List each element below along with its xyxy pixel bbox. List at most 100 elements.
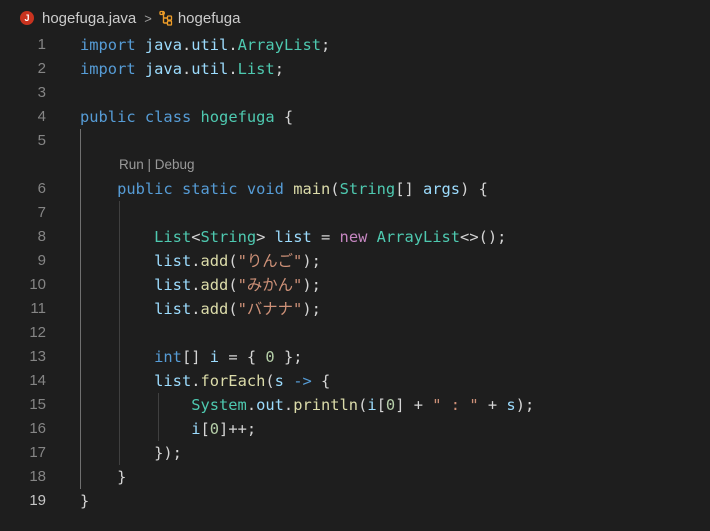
code-line[interactable]: 1 import java.util.ArrayList; xyxy=(0,33,710,57)
code-line[interactable]: 12 xyxy=(0,321,710,345)
breadcrumb: J hogefuga.java > hogefuga xyxy=(0,0,710,36)
code-token: . xyxy=(191,372,201,390)
line-number: 9 xyxy=(37,252,46,269)
code-token: ] + xyxy=(395,396,433,414)
line-source: i[0]++; xyxy=(80,417,256,441)
code-token: i xyxy=(209,348,220,366)
code-token: util xyxy=(191,36,229,54)
line-source: list.add("バナナ"); xyxy=(80,297,321,321)
code-line[interactable]: 14 list.forEach(s -> { xyxy=(0,369,710,393)
code-token: "りんご" xyxy=(237,252,303,270)
code-line[interactable]: 16 i[0]++; xyxy=(0,417,710,441)
code-line[interactable]: 9 list.add("りんご"); xyxy=(0,249,710,273)
code-token: "みかん" xyxy=(237,276,303,294)
code-token: 0 xyxy=(385,396,396,414)
line-source: }); xyxy=(80,441,182,465)
code-token: i xyxy=(367,396,377,414)
code-line[interactable]: 18 } xyxy=(0,465,710,489)
line-number: 13 xyxy=(29,348,46,365)
code-token: ( xyxy=(330,180,340,198)
code-token: s xyxy=(506,396,516,414)
code-line[interactable]: 4 public class hogefuga { xyxy=(0,105,710,129)
code-token: -> xyxy=(293,372,312,390)
code-token: [ xyxy=(376,396,386,414)
code-line[interactable]: 6 public static void main(String[] args)… xyxy=(0,177,710,201)
line-number: 19 xyxy=(29,492,46,509)
code-token: ( xyxy=(228,252,238,270)
code-token: list xyxy=(274,228,312,246)
java-icon: J xyxy=(20,11,34,25)
line-source: } xyxy=(80,465,126,489)
code-token: s xyxy=(274,372,284,390)
code-token: java xyxy=(144,36,182,54)
code-token: }); xyxy=(80,444,182,462)
line-source: public static void main(String[] args) { xyxy=(80,177,488,201)
indent-guide xyxy=(80,129,81,489)
code-token: void xyxy=(246,180,284,198)
code-line[interactable]: 3 xyxy=(0,81,710,105)
code-token: . xyxy=(191,276,201,294)
breadcrumb-file[interactable]: hogefuga.java xyxy=(42,10,136,27)
code-line[interactable]: 11 list.add("バナナ"); xyxy=(0,297,710,321)
code-token: out xyxy=(256,396,284,414)
code-token: [] xyxy=(395,180,423,198)
codelens-debug-link[interactable]: Debug xyxy=(155,157,195,172)
code-token: ]++; xyxy=(219,420,257,438)
code-token: args xyxy=(423,180,461,198)
code-token: ; xyxy=(274,60,284,78)
line-number: 5 xyxy=(37,132,46,149)
code-token: }; xyxy=(274,348,303,366)
line-source: int[] i = { 0 }; xyxy=(80,345,302,369)
line-source: list.add("りんご"); xyxy=(80,249,321,273)
code-token: 0 xyxy=(209,420,220,438)
code-editor[interactable]: J hogefuga.java > hogefuga 1 import java.… xyxy=(0,0,710,531)
code-token: public xyxy=(80,108,136,126)
code-token: . xyxy=(191,300,201,318)
code-line[interactable]: 2 import java.util.List; xyxy=(0,57,710,81)
code-token: list xyxy=(154,276,192,294)
code-token: < xyxy=(191,228,201,246)
code-token: . xyxy=(228,36,238,54)
code-token: String xyxy=(200,228,257,246)
code-token: } xyxy=(80,492,90,510)
line-source: list.add("みかん"); xyxy=(80,273,321,297)
code-line[interactable]: 5 xyxy=(0,129,710,153)
class-icon xyxy=(158,10,174,26)
code-line[interactable]: 15 System.out.println(i[0] + " : " + s); xyxy=(0,393,710,417)
code-token: <>(); xyxy=(460,228,507,246)
code-token: " : " xyxy=(432,396,479,414)
code-line[interactable]: 17 }); xyxy=(0,441,710,465)
code-line[interactable]: 8 List<String> list = new ArrayList<>(); xyxy=(0,225,710,249)
code-line[interactable]: 7 xyxy=(0,201,710,225)
code-line[interactable]: 19} xyxy=(0,489,710,513)
code-token: ( xyxy=(228,276,238,294)
code-token: . xyxy=(181,60,192,78)
code-token: ) { xyxy=(460,180,488,198)
code-token: public xyxy=(117,180,173,198)
indent-guide xyxy=(118,201,120,465)
code-line[interactable]: 13 int[] i = { 0 }; xyxy=(0,345,710,369)
line-source: list.forEach(s -> { xyxy=(80,369,330,393)
line-source: import java.util.ArrayList; xyxy=(80,33,330,57)
code-token: import xyxy=(80,60,136,78)
line-number: 14 xyxy=(29,372,46,389)
code-token: } xyxy=(80,468,127,486)
line-number: 16 xyxy=(29,420,46,437)
line-number: 8 xyxy=(37,228,46,245)
line-number: 18 xyxy=(29,468,46,485)
line-number: 12 xyxy=(29,324,46,341)
code-token: import xyxy=(80,36,136,54)
code-line[interactable]: 10 list.add("みかん"); xyxy=(0,273,710,297)
breadcrumb-symbol[interactable]: hogefuga xyxy=(178,10,241,27)
codelens-run-link[interactable]: Run xyxy=(119,157,144,172)
line-number: 6 xyxy=(37,180,46,197)
code-token: ); xyxy=(515,396,535,414)
